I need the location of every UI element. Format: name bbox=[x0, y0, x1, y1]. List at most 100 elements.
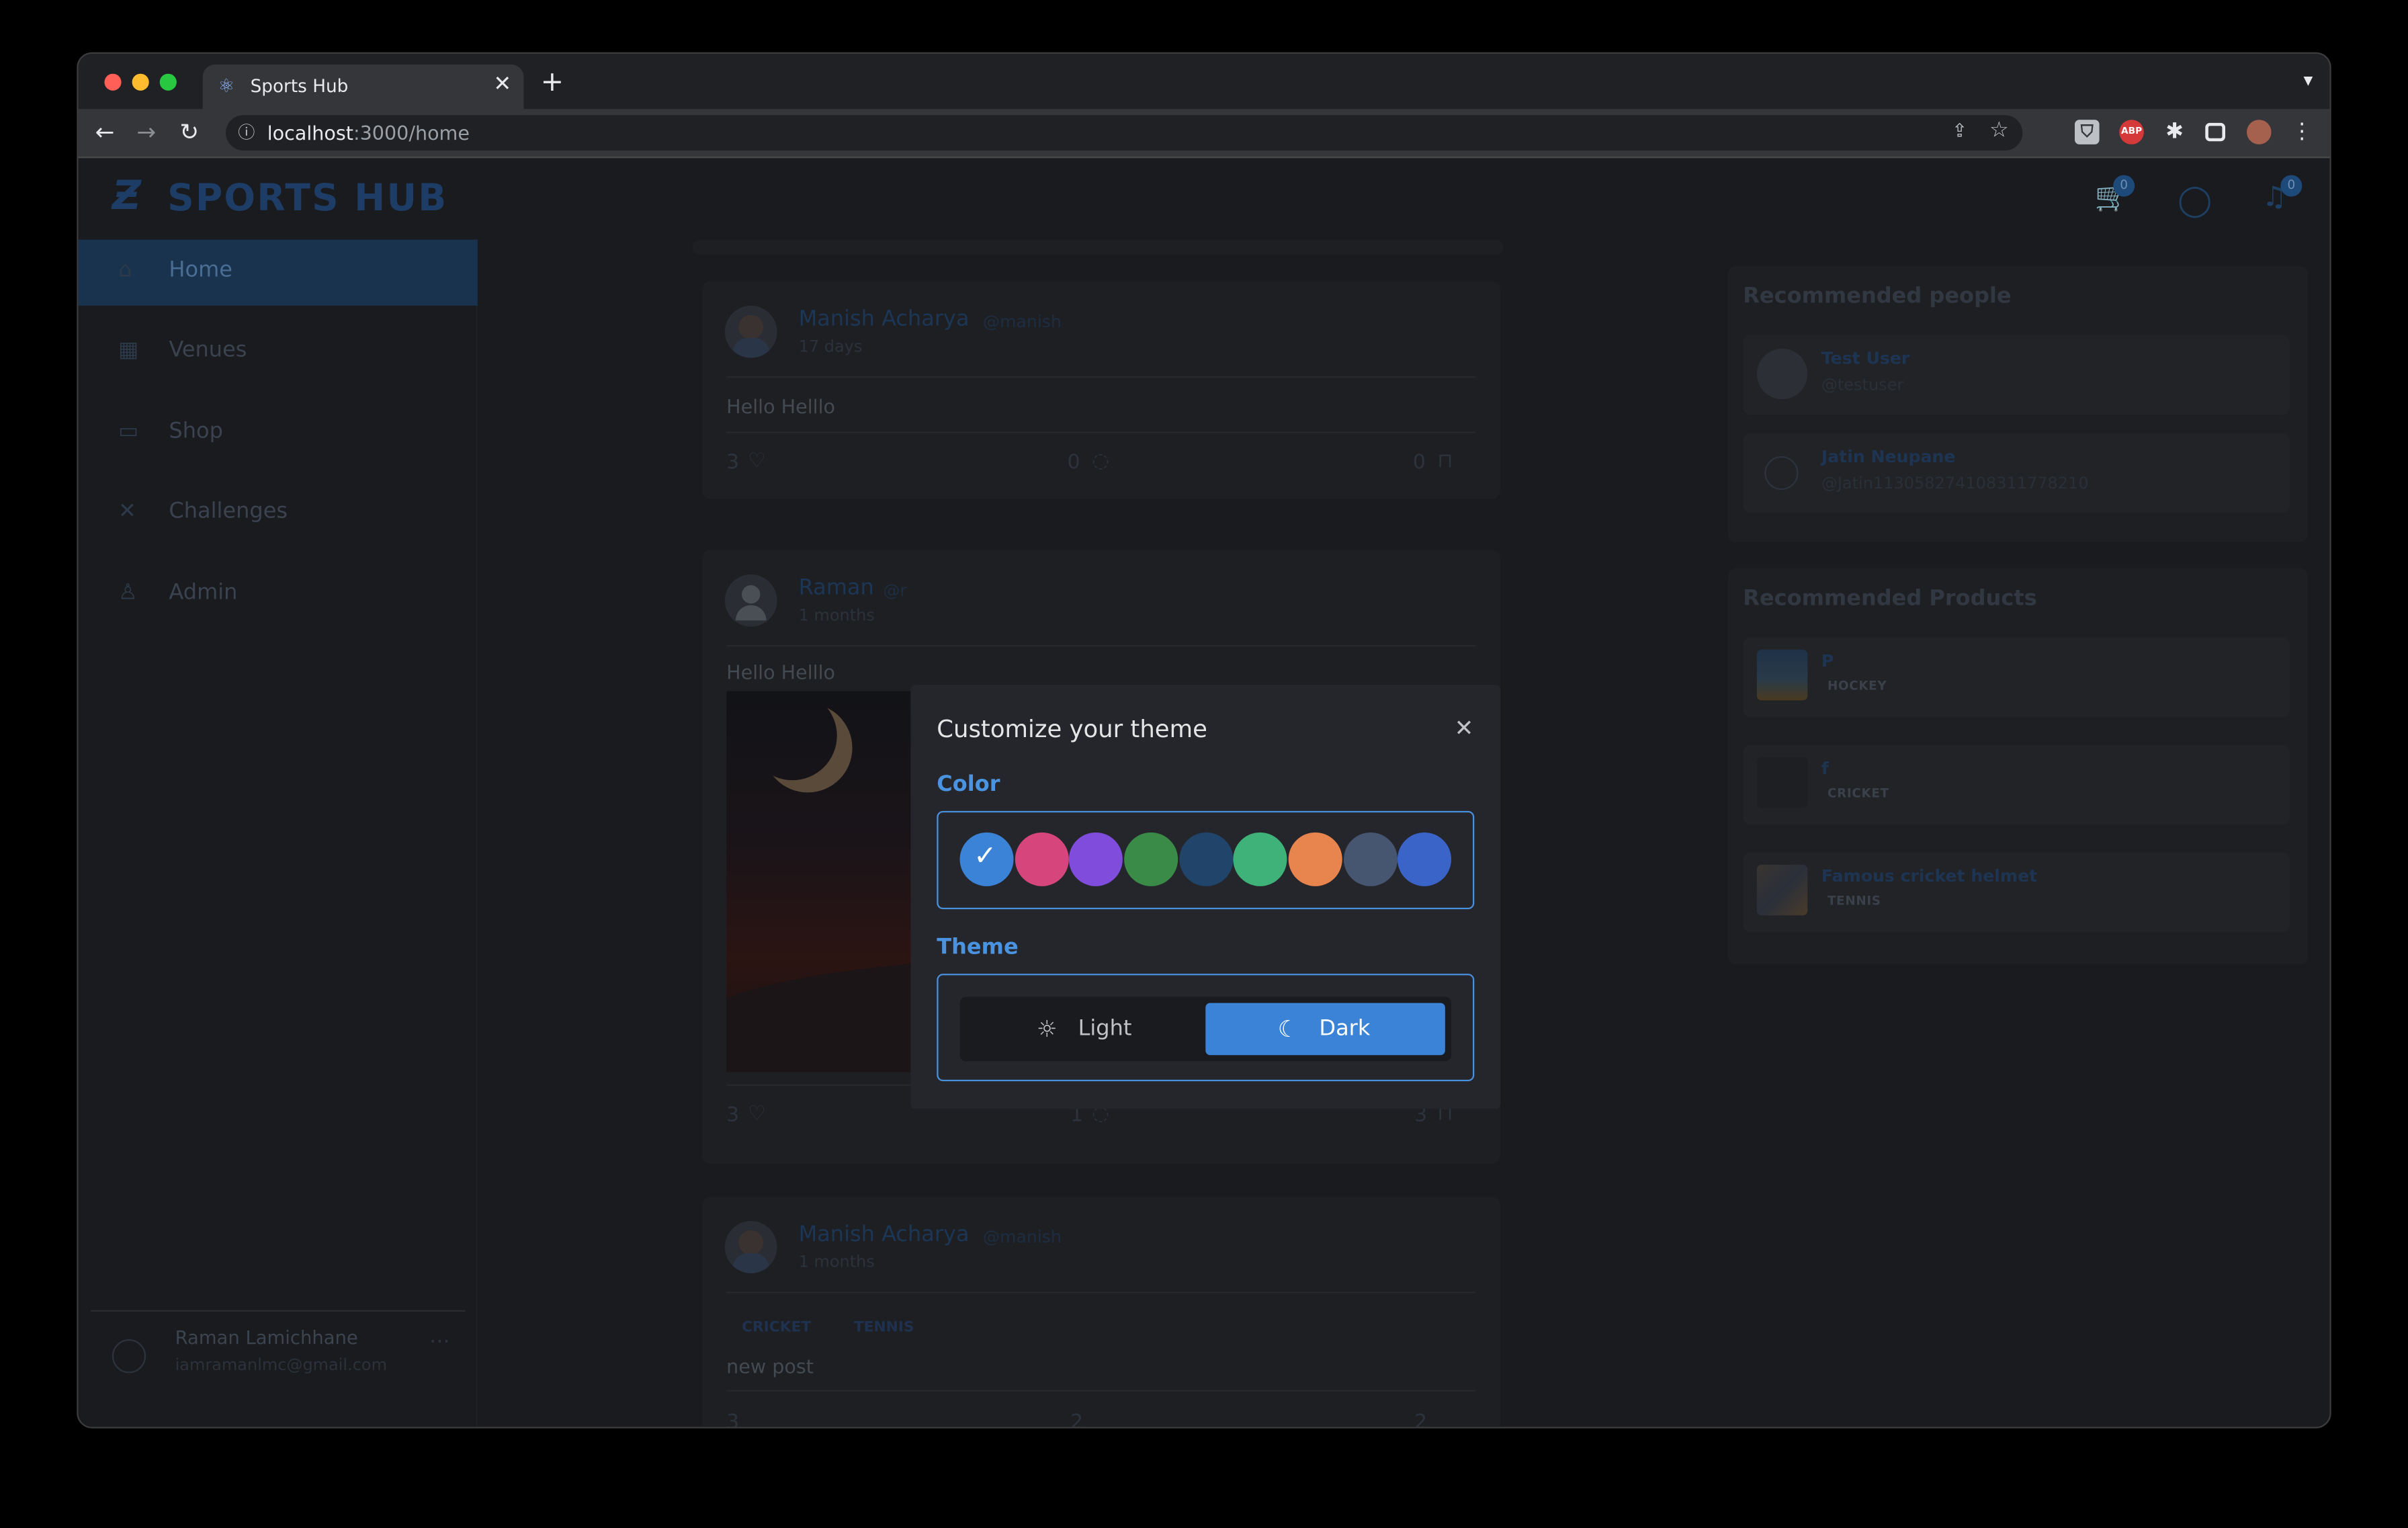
modal-title: Customize your theme bbox=[937, 716, 1207, 744]
author-avatar[interactable] bbox=[724, 574, 777, 627]
author-name[interactable]: Raman bbox=[799, 576, 874, 601]
zoom-window-button[interactable] bbox=[159, 73, 177, 91]
post-time: 1 months bbox=[798, 1253, 875, 1272]
heart-icon[interactable]: ♡ bbox=[748, 450, 766, 473]
product-name: f bbox=[1821, 759, 1829, 779]
product-item[interactable]: P HOCKEY bbox=[1743, 637, 2290, 718]
close-window-button[interactable] bbox=[104, 73, 122, 91]
reload-icon[interactable]: ↻ bbox=[179, 117, 199, 148]
sidebar-item-shop[interactable]: ▭ Shop bbox=[79, 401, 478, 467]
url-host: localhost bbox=[267, 121, 353, 144]
user-name: Raman Lamichhane bbox=[175, 1326, 358, 1349]
author-name[interactable]: Manish Acharya bbox=[799, 307, 970, 332]
author-avatar[interactable] bbox=[724, 1221, 777, 1273]
more-options-icon[interactable]: ··· bbox=[429, 1330, 450, 1355]
tools-icon: ✕ bbox=[118, 499, 136, 524]
color-picker: ✓ bbox=[937, 810, 1475, 910]
product-item[interactable]: f CRICKET bbox=[1743, 745, 2290, 825]
adblock-extension-icon[interactable]: ABP bbox=[2119, 120, 2144, 144]
color-swatch-navy[interactable] bbox=[1179, 832, 1234, 886]
close-tab-icon[interactable]: ✕ bbox=[493, 72, 511, 97]
close-icon[interactable]: ✕ bbox=[1455, 714, 1474, 742]
sidebar-item-home[interactable]: ⌂ Home bbox=[78, 239, 478, 306]
product-tag: TENNIS bbox=[1828, 894, 1881, 908]
address-bar[interactable]: ⓘ localhost:3000/home ⇪ ☆ bbox=[226, 115, 2023, 151]
color-swatch-indigo[interactable] bbox=[1398, 832, 1451, 886]
save-count: 2 bbox=[1414, 1411, 1428, 1429]
like-count: 3 bbox=[726, 1411, 740, 1429]
product-name: P bbox=[1821, 651, 1834, 671]
moon-shape bbox=[748, 691, 837, 781]
sidebar-item-label: Challenges bbox=[169, 499, 288, 524]
light-theme-button[interactable]: ☼ Light bbox=[966, 1003, 1206, 1056]
profile-avatar[interactable] bbox=[2247, 120, 2272, 144]
product-name: Famous cricket helmet bbox=[1821, 866, 2038, 886]
person-item[interactable]: Jatin Neupane @Jatin11305827410831177821… bbox=[1743, 433, 2290, 513]
chevron-down-icon[interactable]: ▾ bbox=[2304, 69, 2313, 91]
light-label: Light bbox=[1078, 1017, 1132, 1042]
post-time: 1 months bbox=[798, 606, 875, 626]
post-text: new post bbox=[726, 1355, 814, 1378]
side-panel-icon[interactable] bbox=[2205, 122, 2226, 142]
person-item[interactable]: Test User @testuser bbox=[1743, 335, 2290, 415]
dark-theme-button[interactable]: ☾ Dark bbox=[1205, 1003, 1445, 1056]
sport-tag[interactable]: TENNIS bbox=[854, 1319, 914, 1336]
share-icon[interactable]: ⇪ bbox=[1952, 120, 1967, 141]
sidebar-item-label: Venues bbox=[169, 337, 247, 363]
divider bbox=[726, 1390, 1476, 1392]
comment-icon[interactable]: ◌ bbox=[1092, 450, 1109, 473]
color-swatch-orange[interactable] bbox=[1288, 832, 1342, 886]
theme-segmented-control: ☼ Light ☾ Dark bbox=[959, 996, 1451, 1062]
product-thumbnail bbox=[1756, 757, 1808, 808]
divider bbox=[726, 431, 1476, 433]
theme-modal: Customize your theme ✕ Color ✓ Theme ☼ L… bbox=[910, 685, 1501, 1109]
author-handle: @r bbox=[883, 581, 907, 601]
notification-badge: 0 bbox=[2280, 175, 2303, 197]
logo-icon: Ƶ bbox=[112, 173, 141, 220]
minimize-window-button[interactable] bbox=[132, 73, 149, 91]
forward-arrow-icon[interactable]: → bbox=[136, 117, 156, 148]
puzzle-extensions-icon[interactable]: ✱ bbox=[2162, 120, 2187, 144]
sidebar-item-venues[interactable]: ▦ Venues bbox=[79, 319, 478, 385]
back-arrow-icon[interactable]: ← bbox=[95, 117, 115, 148]
post-card: Manish Acharya @manish 17 days Hello Hel… bbox=[701, 281, 1501, 499]
author-name[interactable]: Manish Acharya bbox=[799, 1222, 970, 1247]
comment-count: 2 bbox=[1070, 1411, 1084, 1429]
color-swatch-pink[interactable] bbox=[1015, 832, 1069, 886]
feed-composer bbox=[692, 239, 1504, 255]
post-text: Hello Helllo bbox=[726, 394, 836, 418]
person-handle: @Jatin113058274108311778210 bbox=[1821, 474, 2089, 493]
save-count: 0 bbox=[1412, 452, 1426, 475]
sidebar-item-challenges[interactable]: ✕ Challenges bbox=[79, 480, 478, 546]
chat-icon[interactable]: ◯ bbox=[2178, 181, 2212, 218]
color-swatch-slate[interactable] bbox=[1344, 832, 1398, 886]
color-swatch-teal[interactable] bbox=[1233, 832, 1287, 886]
bookmark-icon[interactable]: ⊓ bbox=[1437, 450, 1453, 473]
recommended-products-panel: Recommended Products P HOCKEY f CRICKET … bbox=[1727, 568, 2309, 965]
tab-strip: ⚛ Sports Hub ✕ + ▾ bbox=[78, 54, 2330, 111]
browser-tab[interactable]: ⚛ Sports Hub ✕ bbox=[202, 65, 524, 111]
sidebar-item-admin[interactable]: ♙ Admin bbox=[79, 562, 478, 628]
cart-badge: 0 bbox=[2113, 175, 2135, 197]
bookmark-star-icon[interactable]: ☆ bbox=[1989, 118, 2009, 143]
color-swatch-purple[interactable] bbox=[1068, 832, 1123, 886]
heart-icon[interactable]: ♡ bbox=[748, 1103, 766, 1126]
product-item[interactable]: Famous cricket helmet TENNIS bbox=[1743, 852, 2290, 933]
sport-tag[interactable]: CRICKET bbox=[742, 1319, 811, 1336]
color-swatch-blue[interactable]: ✓ bbox=[959, 832, 1014, 886]
react-favicon-icon: ⚛ bbox=[218, 75, 235, 97]
product-tag: CRICKET bbox=[1828, 786, 1889, 800]
shield-extension-icon[interactable]: ⛉ bbox=[2075, 120, 2100, 144]
divider bbox=[726, 376, 1476, 378]
dark-label: Dark bbox=[1319, 1017, 1371, 1042]
color-swatch-green[interactable] bbox=[1124, 832, 1178, 886]
site-info-icon[interactable]: ⓘ bbox=[238, 120, 255, 144]
current-user[interactable]: Raman Lamichhane iamramanlmc@gmail.com ·… bbox=[90, 1310, 466, 1402]
new-tab-button[interactable]: + bbox=[541, 66, 564, 98]
avatar bbox=[112, 1339, 146, 1373]
brand-name[interactable]: SPORTS HUB bbox=[167, 177, 447, 220]
kebab-menu-icon[interactable]: ⋮ bbox=[2290, 120, 2315, 144]
product-thumbnail bbox=[1756, 649, 1808, 701]
color-section-label: Color bbox=[937, 772, 1000, 798]
author-avatar[interactable] bbox=[724, 305, 777, 358]
